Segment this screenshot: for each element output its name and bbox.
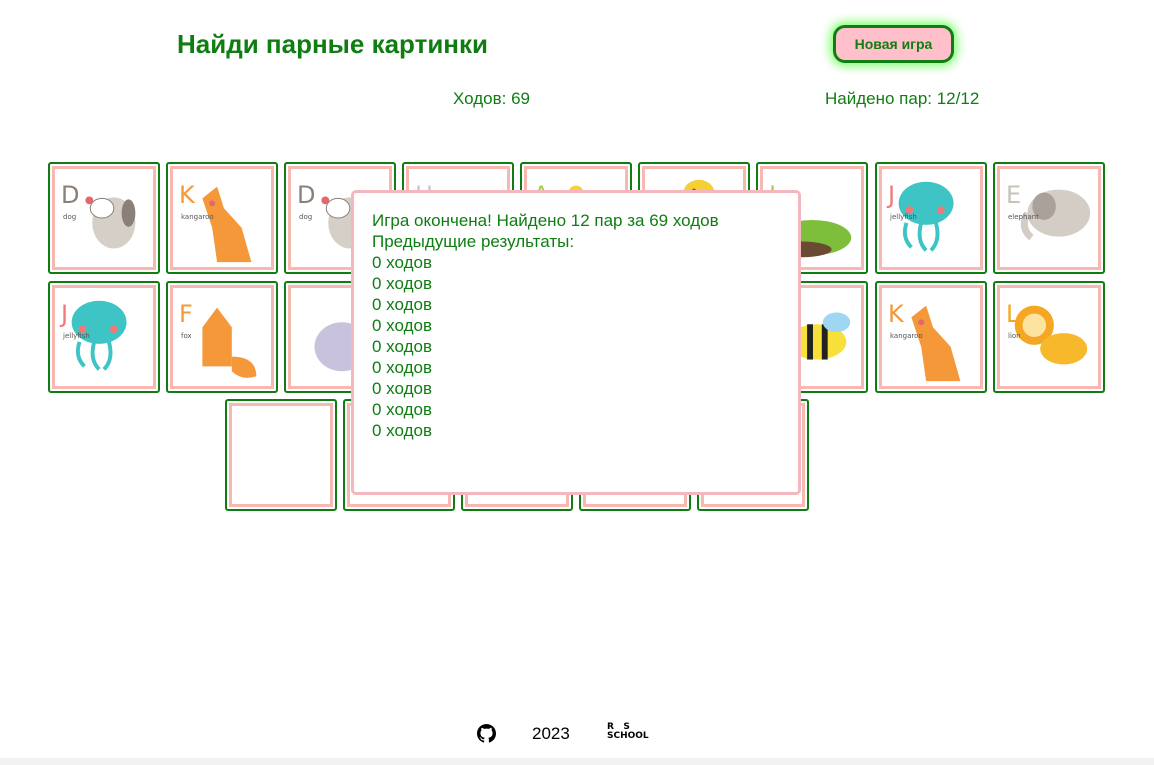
footer-year: 2023 [532, 724, 570, 743]
pairs-counter: Найдено пар: 12/12 [825, 89, 980, 108]
card-letter: F [179, 300, 193, 328]
result-item: 0 ходов [372, 400, 432, 419]
card-face: Ffox [170, 285, 274, 389]
card-elephant[interactable]: Eelephant [993, 162, 1105, 274]
rs-school-logo[interactable]: R S SCHOOL [607, 723, 649, 741]
card-letter: D [297, 181, 316, 209]
card-word: kangaroo [181, 213, 214, 221]
game-over-message: Игра окончена! Найдено 12 пар за 69 ходо… [372, 211, 719, 230]
card-word: jellyfish [890, 213, 917, 221]
moves-counter: Ходов: 69 [453, 89, 530, 108]
card-letter: J [61, 300, 69, 328]
result-item: 0 ходов [372, 295, 432, 314]
card-hidden[interactable] [225, 399, 337, 511]
card-letter: L [1006, 300, 1020, 328]
card-face [229, 403, 333, 507]
card-letter: J [888, 181, 896, 209]
bottom-strip [0, 758, 1154, 765]
card-letter: K [179, 181, 195, 209]
card-word: dog [299, 213, 313, 221]
card-word: elephant [1008, 213, 1039, 221]
card-lion[interactable]: Llion [993, 281, 1105, 393]
card-jellyfish[interactable]: Jjellyfish [48, 281, 160, 393]
card-word: kangaroo [890, 332, 923, 340]
card-letter: K [888, 300, 904, 328]
card-face: Ddog [52, 166, 156, 270]
result-item: 0 ходов [372, 358, 432, 377]
card-face: Kkangaroo [170, 166, 274, 270]
result-item: 0 ходов [372, 253, 432, 272]
card-face: Eelephant [997, 166, 1101, 270]
card-face: Jjellyfish [879, 166, 983, 270]
card-letter: E [1006, 181, 1022, 209]
card-word: jellyfish [63, 332, 90, 340]
card-face: Llion [997, 285, 1101, 389]
card-word: lion [1008, 332, 1021, 340]
card-kangaroo[interactable]: Kkangaroo [875, 281, 987, 393]
card-face: Jjellyfish [52, 285, 156, 389]
card-jellyfish[interactable]: Jjellyfish [875, 162, 987, 274]
result-item: 0 ходов [372, 316, 432, 335]
page-title: Найди парные картинки [177, 29, 488, 59]
hidden-image [232, 406, 330, 504]
new-game-button[interactable]: Новая игра [833, 25, 954, 63]
card-kangaroo[interactable]: Kkangaroo [166, 162, 278, 274]
result-item: 0 ходов [372, 337, 432, 356]
previous-results-label: Предыдущие результаты: [372, 232, 575, 251]
github-icon[interactable] [477, 724, 496, 743]
card-word: dog [63, 213, 77, 221]
card-fox[interactable]: Ffox [166, 281, 278, 393]
result-item: 0 ходов [372, 379, 432, 398]
game-over-modal: Игра окончена! Найдено 12 пар за 69 ходо… [351, 190, 801, 495]
card-word: fox [181, 332, 192, 340]
footer: 2023 R S SCHOOL [0, 722, 1154, 746]
card-letter: D [61, 181, 80, 209]
card-face: Kkangaroo [879, 285, 983, 389]
card-dog[interactable]: Ddog [48, 162, 160, 274]
result-item: 0 ходов [372, 421, 432, 440]
result-item: 0 ходов [372, 274, 432, 293]
